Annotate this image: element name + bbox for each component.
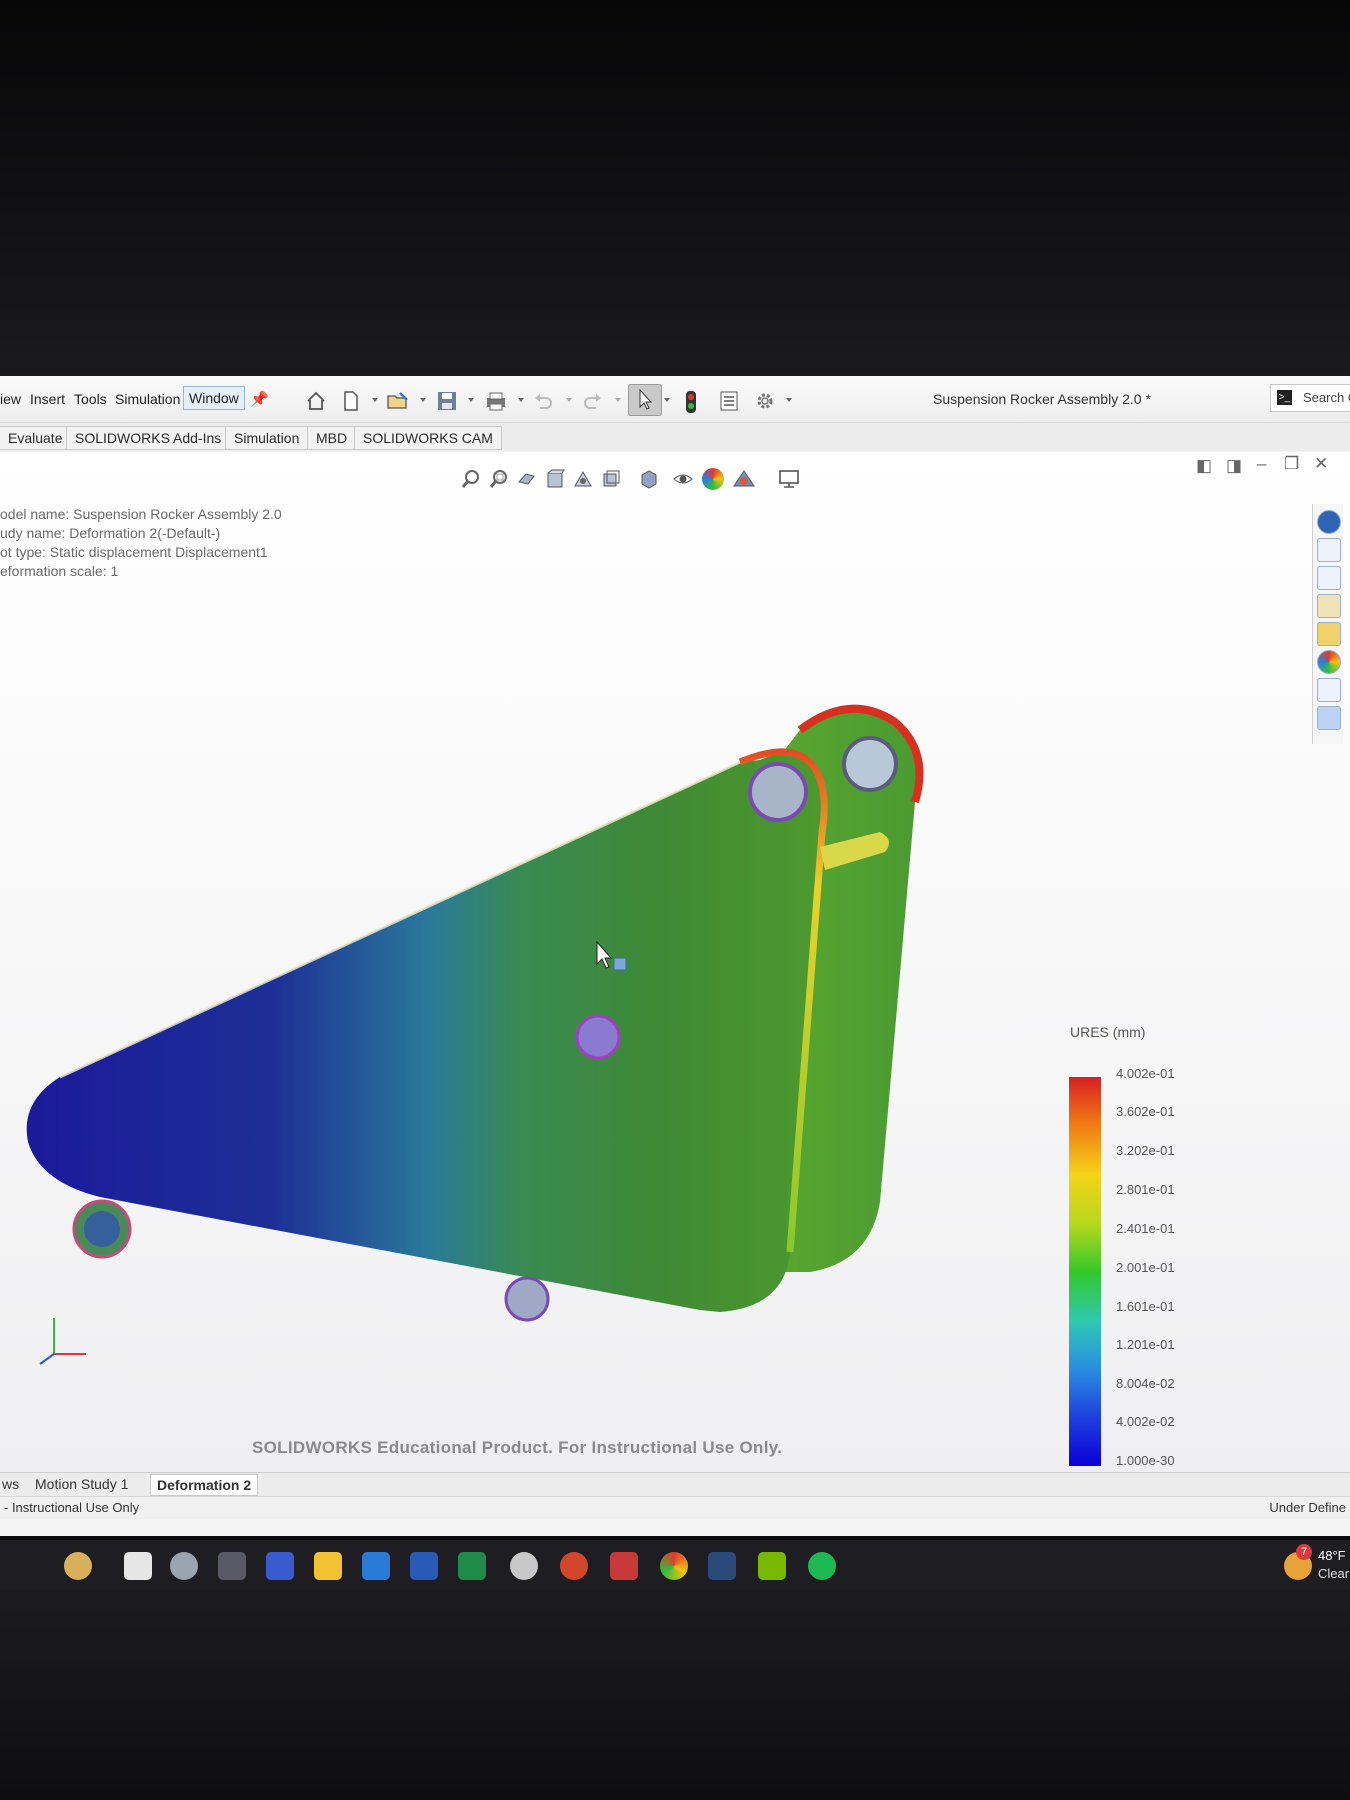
solidworks-app-icon[interactable] [610, 1552, 638, 1580]
menu-simulation[interactable]: Simulation [115, 391, 180, 407]
hole-top-rear [842, 736, 898, 792]
tab-deformation-2[interactable]: Deformation 2 [150, 1474, 259, 1496]
command-manager-tabs: Evaluate SOLIDWORKS Add-Ins Simulation M… [0, 423, 1350, 451]
menu-tools[interactable]: Tools [74, 391, 107, 407]
home-icon[interactable] [305, 390, 325, 410]
legend-label-5: 2.001e-01 [1116, 1260, 1175, 1275]
solidworks-window: iew Insert Tools Simulation Window 📌 Sus… [0, 376, 1350, 1536]
legend-title: URES (mm) [1070, 1024, 1146, 1040]
legend-label-1: 3.602e-01 [1116, 1104, 1175, 1119]
redo-icon[interactable] [582, 390, 602, 410]
solidworks-icon[interactable] [218, 1552, 246, 1580]
weather-temperature: 48°F [1318, 1548, 1346, 1563]
excel-icon[interactable] [458, 1552, 486, 1580]
redo-dropdown-icon[interactable] [615, 398, 621, 402]
status-bar: - Instructional Use Only Under Define [0, 1496, 1350, 1519]
pin-icon[interactable]: 📌 [250, 390, 269, 408]
rebuild-icon[interactable] [684, 390, 698, 413]
steam-icon[interactable] [708, 1552, 736, 1580]
file-properties-icon[interactable] [718, 390, 738, 411]
weather-condition: Clear [1318, 1566, 1350, 1581]
tab-model-views[interactable]: ws [0, 1476, 25, 1492]
tab-mbd[interactable]: MBD [307, 426, 357, 450]
reference-triad-icon [39, 1318, 86, 1365]
powerpoint-icon[interactable] [560, 1552, 588, 1580]
status-right-text: Under Define [1269, 1500, 1346, 1515]
legend-label-6: 1.601e-01 [1116, 1299, 1175, 1314]
menu-bar: iew Insert Tools Simulation Window 📌 Sus… [0, 376, 1350, 423]
graphics-area[interactable]: odel name: Suspension Rocker Assembly 2.… [0, 452, 1350, 1472]
legend-label-4: 2.401e-01 [1116, 1221, 1175, 1236]
windows-taskbar: 7 48°F Clear [0, 1540, 1350, 1592]
document-title: Suspension Rocker Assembly 2.0 * [933, 391, 1151, 407]
notification-badge: 7 [1296, 1544, 1312, 1560]
file-explorer-icon[interactable] [314, 1552, 342, 1580]
selection-marker [613, 957, 627, 971]
menu-window[interactable]: Window [183, 386, 245, 410]
hole-left-inner [84, 1211, 120, 1247]
tab-solidworks-cam[interactable]: SOLIDWORKS CAM [354, 426, 502, 450]
new-dropdown-icon[interactable] [372, 398, 378, 402]
nvidia-icon[interactable] [758, 1552, 786, 1580]
options-dropdown-icon[interactable] [786, 398, 792, 402]
tab-evaluate[interactable]: Evaluate [0, 426, 72, 450]
educational-watermark: SOLIDWORKS Educational Product. For Inst… [252, 1438, 783, 1457]
legend-label-9: 4.002e-02 [1116, 1414, 1175, 1429]
status-left-text: - Instructional Use Only [4, 1500, 140, 1515]
save-dropdown-icon[interactable] [468, 398, 474, 402]
command-prompt-icon: >_ [1277, 390, 1292, 405]
legend-label-8: 8.004e-02 [1116, 1376, 1175, 1391]
undo-icon[interactable] [532, 390, 552, 410]
matlab-icon[interactable] [266, 1552, 294, 1580]
tab-simulation[interactable]: Simulation [225, 426, 309, 450]
print-icon[interactable] [485, 390, 505, 411]
legend-label-7: 1.201e-01 [1116, 1337, 1175, 1352]
print-dropdown-icon[interactable] [518, 398, 524, 402]
new-document-icon[interactable] [340, 390, 360, 411]
undo-dropdown-icon[interactable] [566, 398, 572, 402]
rocker-assembly-model[interactable] [0, 452, 1350, 1472]
tab-motion-study-1[interactable]: Motion Study 1 [29, 1476, 134, 1492]
open-icon[interactable] [386, 390, 408, 410]
select-dropdown-icon[interactable] [664, 398, 670, 402]
monitor-bezel-top [0, 0, 1350, 380]
bottom-tab-bar: ws Motion Study 1 Deformation 2 [0, 1472, 1350, 1497]
hole-bottom [504, 1276, 550, 1322]
legend-label-2: 3.202e-01 [1116, 1143, 1175, 1158]
open-dropdown-icon[interactable] [420, 398, 426, 402]
chatgpt-icon[interactable] [510, 1552, 538, 1580]
settings-icon[interactable] [170, 1552, 198, 1580]
menu-view[interactable]: iew [0, 391, 21, 407]
hole-center [575, 1014, 621, 1060]
menu-insert[interactable]: Insert [30, 391, 65, 407]
legend-label-3: 2.801e-01 [1116, 1182, 1175, 1197]
hole-top-front [748, 762, 808, 822]
tab-solidworks-add-ins[interactable]: SOLIDWORKS Add-Ins [66, 426, 231, 450]
front-plate [26, 753, 825, 1312]
select-icon[interactable] [628, 384, 662, 416]
monitor-bezel-bottom [0, 1590, 1350, 1800]
search-label: Search C [1303, 390, 1350, 405]
chrome-icon[interactable] [660, 1552, 688, 1580]
spotify-icon[interactable] [808, 1552, 836, 1580]
copilot-icon[interactable] [64, 1552, 92, 1580]
task-view-icon[interactable] [124, 1552, 152, 1580]
search-commands-box[interactable]: >_ Search C [1270, 384, 1350, 412]
legend-label-10: 1.000e-30 [1116, 1453, 1175, 1468]
word-icon[interactable] [410, 1552, 438, 1580]
options-gear-icon[interactable] [754, 390, 774, 410]
save-icon[interactable] [436, 390, 456, 410]
legend-label-0: 4.002e-01 [1116, 1066, 1175, 1081]
outlook-icon[interactable] [362, 1552, 390, 1580]
color-legend-bar [1069, 1077, 1101, 1466]
